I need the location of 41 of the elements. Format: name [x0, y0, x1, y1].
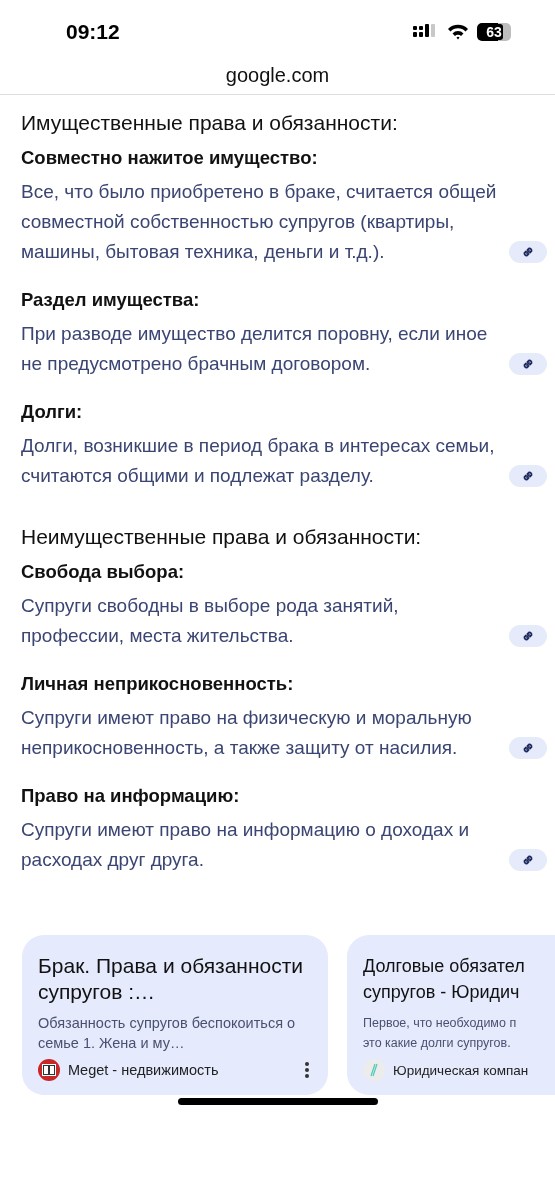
link-chip[interactable] [509, 849, 547, 871]
item-title: Долги: [21, 401, 84, 423]
source-name: Юридическая компан [393, 1062, 530, 1078]
link-icon [521, 469, 535, 483]
item-text: Все, что было приобретено в браке, считается общей совместной собственностью супругов (квартиры, машины, бытовая техника, деньги и т.д.). [21, 180, 498, 264]
item-title: Свобода выбора: [21, 561, 186, 583]
link-icon [521, 629, 535, 643]
result-card[interactable]: Долговые обязател супругов - Юридич Первое, что необходимо п это какие долги супругов. Юридическая компан [347, 935, 555, 1095]
link-icon [521, 741, 535, 755]
site-logo-icon [363, 1059, 385, 1081]
link-chip[interactable] [509, 353, 547, 375]
card-title: Брак. Права и обязанности супругов :… [38, 953, 305, 1005]
source-name: Meget - недвижимость [68, 1062, 220, 1078]
link-chip[interactable] [509, 465, 547, 487]
link-chip[interactable] [509, 241, 547, 263]
address-url[interactable]: google.com [225, 64, 330, 87]
link-chip[interactable] [509, 737, 547, 759]
item-text: Долги, возникшие в период брака в интересах семьи, считаются общими и подлежат разделу. [21, 434, 496, 488]
item-title: Совместно нажитое имущество: [21, 147, 319, 169]
card-snippet: Обязанность супругов беспокоиться о семье 1. Жена и му… [38, 1014, 297, 1053]
item-text: Супруги имеют право на информацию о доходах и расходах друг друга. [21, 818, 471, 872]
card-title: Долговые обязател супругов - Юридич [363, 955, 526, 1004]
section-heading: Неимущественные права и обязанности: [21, 525, 423, 549]
item-title: Личная неприкосновенность: [21, 673, 295, 695]
more-icon[interactable] [304, 1061, 310, 1079]
site-logo-icon [38, 1059, 60, 1081]
result-card[interactable]: Брак. Права и обязанности супругов :… Обязанность супругов беспокоиться о семье 1. Жена и му… Meget - недвижимость [22, 935, 328, 1095]
item-text: Супруги имеют право на физическую и моральную неприкосновенность, а также защиту от насилия. [21, 706, 473, 760]
link-icon [521, 245, 535, 259]
link-icon [521, 357, 535, 371]
item-text: При разводе имущество делится поровну, если иное не предусмотрено брачным договором. [21, 322, 489, 376]
wifi-icon [447, 24, 469, 40]
item-title: Право на информацию: [21, 785, 241, 807]
link-chip[interactable] [509, 625, 547, 647]
section-heading: Имущественные права и обязанности: [21, 111, 399, 135]
link-icon [521, 853, 535, 867]
item-text: Супруги свободны в выборе рода занятий, профессии, места жительства. [21, 594, 400, 648]
item-title: Раздел имущества: [21, 289, 201, 311]
battery-icon: 63 [477, 23, 511, 41]
status-time: 09:12 [66, 20, 120, 44]
card-snippet: Первое, что необходимо п это какие долги супругов. [363, 1015, 518, 1052]
